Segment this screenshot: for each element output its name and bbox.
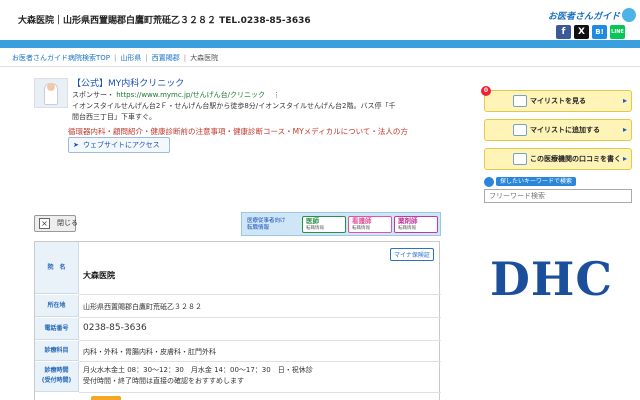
breadcrumb: お医者さんガイド病院検索TOP | 山形県 | 西置賜郡 | 大森医院 bbox=[12, 53, 218, 63]
close-button-label: 閉じる bbox=[57, 219, 78, 227]
recruit-text-line2: 転職情報 bbox=[247, 225, 270, 231]
recruit-pharmacist-tag[interactable]: 薬剤師 転職情報 bbox=[394, 216, 438, 233]
recruit-doctor-sub: 転職情報 bbox=[306, 226, 324, 231]
hatena-bookmark-icon[interactable]: B! bbox=[592, 25, 607, 39]
review-icon bbox=[513, 153, 527, 165]
site-logo[interactable]: お医者さんガイド bbox=[548, 7, 637, 24]
line-share-icon[interactable]: LINE bbox=[610, 25, 625, 39]
breadcrumb-separator: | bbox=[145, 54, 148, 62]
clinic-hours: 月火水木金土 08：30～12：30 月水金 14：00～17：30 日・祝休診 bbox=[83, 366, 313, 374]
doctor-face-icon bbox=[47, 83, 55, 91]
recruit-doctor-label: 医師 bbox=[306, 217, 319, 225]
recruit-text: 医療従事者向け 転職情報 bbox=[247, 218, 286, 232]
write-review-label: この医療機関の口コミを書く bbox=[530, 155, 621, 163]
site-logo-text: お医者さんガイド bbox=[548, 12, 621, 22]
keyword-search-tag: 探したいキーワードで検索 bbox=[484, 176, 577, 187]
keyword-search-label: 探したいキーワードで検索 bbox=[496, 177, 577, 186]
row-header-hours: 診療時間 (受付時間) bbox=[35, 362, 79, 392]
row-header-name: 院 名 bbox=[35, 242, 79, 294]
clinic-info-table: マイナ保険証 院 名 大森医院 所在地 山形県西置賜郡白鷹町荒砥乙３２８２ 電話… bbox=[34, 241, 441, 400]
view-mylist-label: マイリストを見る bbox=[530, 97, 586, 105]
ad-website-button[interactable]: ウェブサイトにアクセス bbox=[68, 137, 170, 153]
close-icon: × bbox=[39, 218, 50, 229]
view-mylist-button[interactable]: マイリストを見る ▸ bbox=[484, 90, 632, 112]
header-divider bbox=[0, 40, 640, 48]
breadcrumb-current: 大森医院 bbox=[190, 54, 219, 62]
recruit-pharmacist-sub: 転職情報 bbox=[398, 226, 416, 231]
chevron-right-icon: ▸ bbox=[622, 154, 627, 163]
add-mylist-button[interactable]: マイリストに追加する ▸ bbox=[484, 119, 632, 141]
mylist-count-badge: 0 bbox=[481, 86, 491, 96]
clinic-address: 山形県西置賜郡白鷹町荒砥乙３２８２ bbox=[83, 303, 202, 311]
write-review-button[interactable]: この医療機関の口コミを書く ▸ bbox=[484, 148, 632, 170]
freeword-search-input[interactable] bbox=[484, 189, 632, 203]
clinic-name: 大森医院 bbox=[83, 271, 115, 280]
ad-title-link[interactable]: 【公式】MY内科クリニック bbox=[72, 76, 184, 89]
recruit-nurse-tag[interactable]: 看護師 転職情報 bbox=[348, 216, 392, 233]
search-mascot-icon bbox=[484, 176, 494, 187]
recruit-pharmacist-label: 薬剤師 bbox=[398, 217, 418, 225]
ad-more-icon[interactable]: ⋮ bbox=[273, 91, 280, 99]
page-title: 大森医院｜山形県西置賜郡白鷹町荒砥乙３２８２ TEL.0238-85-3636 bbox=[18, 16, 311, 26]
ad-sponsor-label: スポンサー・ bbox=[72, 91, 114, 99]
ad-thumbnail[interactable] bbox=[34, 78, 68, 108]
breadcrumb-separator: | bbox=[114, 54, 117, 62]
recruit-text-line1: 医療従事者向け bbox=[247, 218, 286, 224]
close-button[interactable]: × 閉じる bbox=[34, 215, 78, 232]
ad-description: イオンスタイルせんげん台2Ｆ・せんげん台駅から徒歩8分/イオンスタイルせんげん台… bbox=[72, 102, 396, 121]
recruit-banner[interactable]: 医療従事者向け 転職情報 医師 転職情報 看護師 転職情報 薬剤師 転職情報 bbox=[241, 212, 441, 236]
recruit-nurse-sub: 転職情報 bbox=[352, 226, 370, 231]
recruit-nurse-label: 看護師 bbox=[352, 217, 372, 225]
next-row-tag bbox=[91, 396, 121, 400]
x-share-icon[interactable]: X bbox=[574, 25, 589, 39]
breadcrumb-separator: | bbox=[183, 54, 187, 62]
mynacard-badge: マイナ保険証 bbox=[390, 248, 434, 261]
row-header-departments: 診療科目 bbox=[35, 341, 79, 361]
row-header-phone: 電話番号 bbox=[35, 318, 79, 340]
mylist-icon bbox=[513, 95, 527, 107]
row-header-address: 所在地 bbox=[35, 295, 79, 317]
breadcrumb-district[interactable]: 西置賜郡 bbox=[152, 54, 180, 62]
row-divider bbox=[79, 392, 441, 393]
logo-mark-icon bbox=[622, 7, 637, 22]
recruit-doctor-tag[interactable]: 医師 転職情報 bbox=[302, 216, 346, 233]
row-divider bbox=[79, 294, 441, 295]
facebook-share-icon[interactable]: f bbox=[556, 25, 571, 39]
row-divider bbox=[79, 340, 441, 341]
clinic-hours-note: 受付時間・終了時間は直接の確認をおすすめします bbox=[83, 377, 244, 385]
breadcrumb-home[interactable]: お医者さんガイド病院検索TOP bbox=[12, 54, 110, 62]
chevron-right-icon: ▸ bbox=[622, 96, 627, 105]
clinic-departments[interactable]: 内科・外科・胃腸内科・皮膚科・肛門外科 bbox=[83, 347, 216, 357]
breadcrumb-prefecture[interactable]: 山形県 bbox=[120, 54, 141, 62]
site-header: 大森医院｜山形県西置賜郡白鷹町荒砥乙３２８２ TEL.0238-85-3636 … bbox=[0, 0, 640, 40]
row-divider bbox=[79, 361, 441, 362]
add-list-icon bbox=[513, 124, 527, 136]
row-divider bbox=[79, 317, 441, 318]
chevron-right-icon: ▸ bbox=[622, 125, 627, 134]
add-mylist-label: マイリストに追加する bbox=[530, 126, 600, 134]
divider bbox=[0, 66, 640, 67]
ad-sitelinks[interactable]: 循環器内科・顧問紹介・健康診断前の注意事項・健康診断コース・MYメディカルについ… bbox=[68, 126, 408, 137]
dhc-banner[interactable]: DHC bbox=[490, 252, 613, 306]
clinic-phone: 0238-85-3636 bbox=[83, 323, 147, 333]
ad-url[interactable]: https://www.mymc.jp/せんげん台/クリニック bbox=[116, 91, 265, 99]
ad-sponsor: スポンサー・ https://www.mymc.jp/せんげん台/クリニック ⋮ bbox=[72, 90, 280, 100]
